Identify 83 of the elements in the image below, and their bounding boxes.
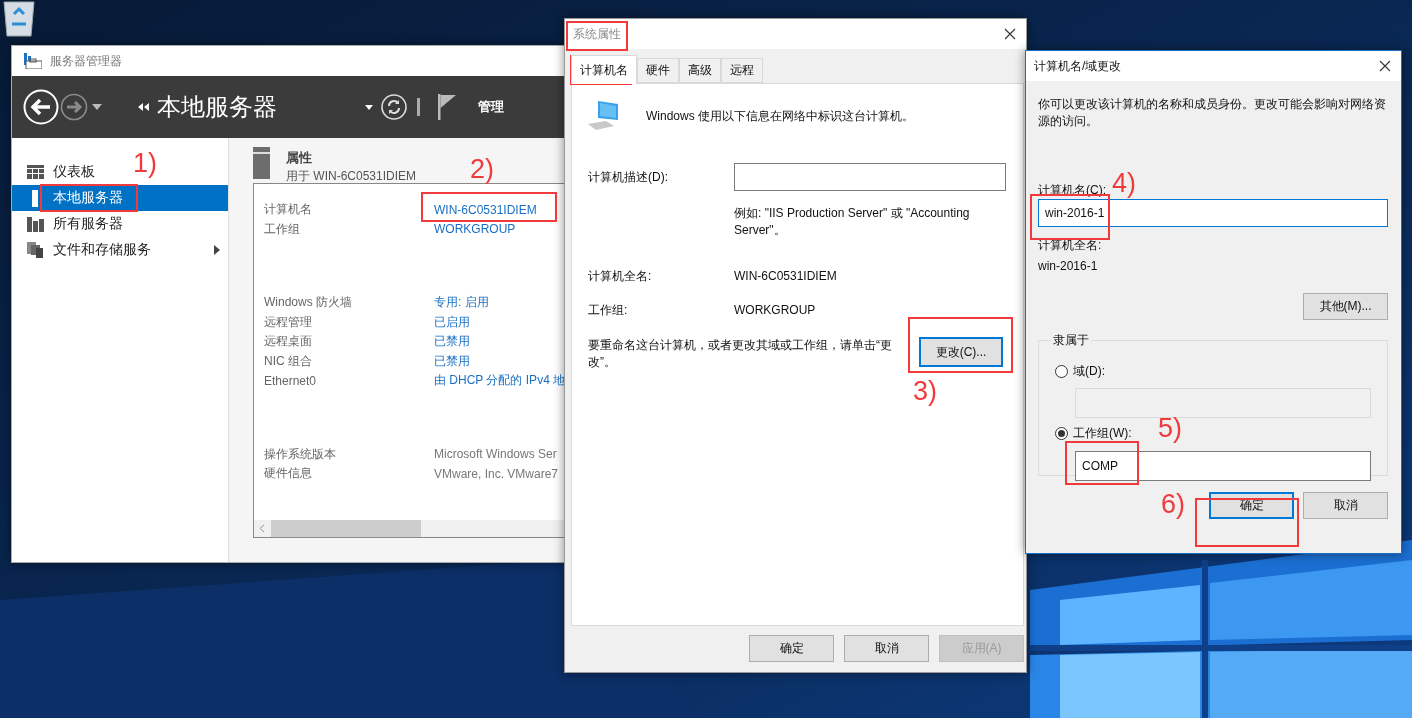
step-number: 4) xyxy=(1112,168,1136,198)
radio-button[interactable] xyxy=(1055,427,1068,440)
more-button[interactable]: 其他(M)... xyxy=(1303,293,1388,320)
computer-name-field[interactable]: win-2016-1 xyxy=(1038,199,1388,227)
manage-menu[interactable]: 管理 xyxy=(478,98,504,116)
page-title: 本地服务器 xyxy=(157,92,277,122)
property-link[interactable]: 已禁用 xyxy=(434,352,470,370)
dashboard-icon xyxy=(27,165,44,179)
property-label: 远程桌面 xyxy=(264,333,313,351)
intro-text: 你可以更改该计算机的名称和成员身份。更改可能会影响对网络资源的访问。 xyxy=(1038,96,1387,130)
forward-icon[interactable] xyxy=(60,93,88,121)
separator-icon xyxy=(417,98,420,116)
dialog-button[interactable]: 取消 xyxy=(1303,492,1388,519)
property-label: NIC 组合 xyxy=(264,352,313,370)
double-chevron-icon xyxy=(138,103,149,111)
servers-icon xyxy=(27,216,44,232)
tab[interactable]: 硬件 xyxy=(637,58,679,83)
property-label: Ethernet0 xyxy=(264,373,318,388)
property-label: 工作组 xyxy=(264,220,301,238)
full-name-value: WIN-6C0531IDIEM xyxy=(734,268,838,285)
group-legend: 隶属于 xyxy=(1051,332,1091,349)
property-label: 操作系统版本 xyxy=(264,445,337,463)
sidebar-item[interactable]: 本地服务器 xyxy=(12,185,228,211)
refresh-icon[interactable] xyxy=(381,94,407,120)
expand-icon[interactable] xyxy=(214,245,220,255)
property-link[interactable]: 已启用 xyxy=(434,313,470,331)
rename-text: 要重命名这台计算机，或者更改其域或工作组，请单击“更改”。 xyxy=(588,337,893,371)
radio-button[interactable] xyxy=(1055,364,1068,378)
window-title: 服务器管理器 xyxy=(50,52,122,70)
dialog-button[interactable]: 确定 xyxy=(1209,492,1294,519)
flag-icon[interactable] xyxy=(438,94,456,120)
dialog-button[interactable]: 取消 xyxy=(844,635,929,662)
section-subtitle: 用于 WIN-6C0531IDIEM xyxy=(286,168,417,185)
section-title: 属性 xyxy=(286,149,313,167)
scrollbar-thumb[interactable] xyxy=(271,520,421,537)
workgroup-value: WORKGROUP xyxy=(734,302,817,319)
tab[interactable]: 高级 xyxy=(679,58,721,83)
step-number: 2) xyxy=(470,154,494,184)
recycle-bin-icon xyxy=(2,0,36,38)
step-number: 5) xyxy=(1158,413,1182,443)
field-label: 计算机描述(D): xyxy=(588,168,669,186)
example-text: 例如: "IIS Production Server" 或 "Accounting Server"。 xyxy=(734,205,971,239)
property-label: 远程管理 xyxy=(264,313,313,331)
storage-icon xyxy=(27,242,44,258)
close-icon[interactable] xyxy=(1004,28,1016,40)
radio-option[interactable]: 域(D): xyxy=(1055,363,1105,379)
dropdown-icon[interactable] xyxy=(92,104,102,110)
horizontal-scrollbar[interactable] xyxy=(254,520,564,537)
step-number: 3) xyxy=(913,376,937,406)
dialog-title: 计算机名/域更改 xyxy=(1034,57,1122,75)
option-field[interactable]: COMP xyxy=(1075,450,1371,481)
sidebar-item[interactable]: 所有服务器 xyxy=(12,211,131,237)
radio-option[interactable]: 工作组(W): xyxy=(1055,425,1132,442)
property-value: VMware, Inc. VMware7 xyxy=(434,466,559,481)
property-label: 硬件信息 xyxy=(264,465,313,483)
field-label: 工作组: xyxy=(588,301,629,319)
sidebar-item[interactable]: 仪表板 xyxy=(12,159,103,185)
back-icon[interactable] xyxy=(23,89,59,125)
property-link[interactable]: WORKGROUP xyxy=(434,222,516,237)
step-number: 6) xyxy=(1161,489,1185,519)
property-label: Windows 防火墙 xyxy=(264,294,353,312)
sidebar-item[interactable]: 文件和存储服务 xyxy=(12,237,228,263)
property-value: Microsoft Windows Ser xyxy=(434,447,557,462)
step-number: 1) xyxy=(133,148,157,178)
dialog-title: 系统属性 xyxy=(573,25,621,43)
property-link[interactable]: WIN-6C0531IDIEM xyxy=(434,202,537,217)
full-name-value: win-2016-1 xyxy=(1038,258,1098,275)
server-manager-icon xyxy=(24,53,42,69)
property-link[interactable]: 专用: 启用 xyxy=(434,294,489,312)
field-label: 计算机全名: xyxy=(1038,237,1102,254)
field-label: 计算机全名: xyxy=(588,267,653,285)
property-link[interactable]: 已禁用 xyxy=(434,333,470,351)
server-tower-icon xyxy=(253,147,270,179)
change-button[interactable]: 更改(C)... xyxy=(919,337,1003,367)
dialog-button[interactable]: 确定 xyxy=(749,635,834,662)
highlight-frame xyxy=(566,21,628,51)
description-field[interactable] xyxy=(734,163,1006,191)
intro-text: Windows 使用以下信息在网络中标识这台计算机。 xyxy=(646,107,914,125)
tab[interactable]: 远程 xyxy=(721,58,763,83)
close-icon[interactable] xyxy=(1379,60,1391,72)
property-label: 计算机名 xyxy=(264,201,313,219)
tab[interactable]: 计算机名 xyxy=(571,55,637,84)
dropdown-icon[interactable] xyxy=(365,104,373,110)
